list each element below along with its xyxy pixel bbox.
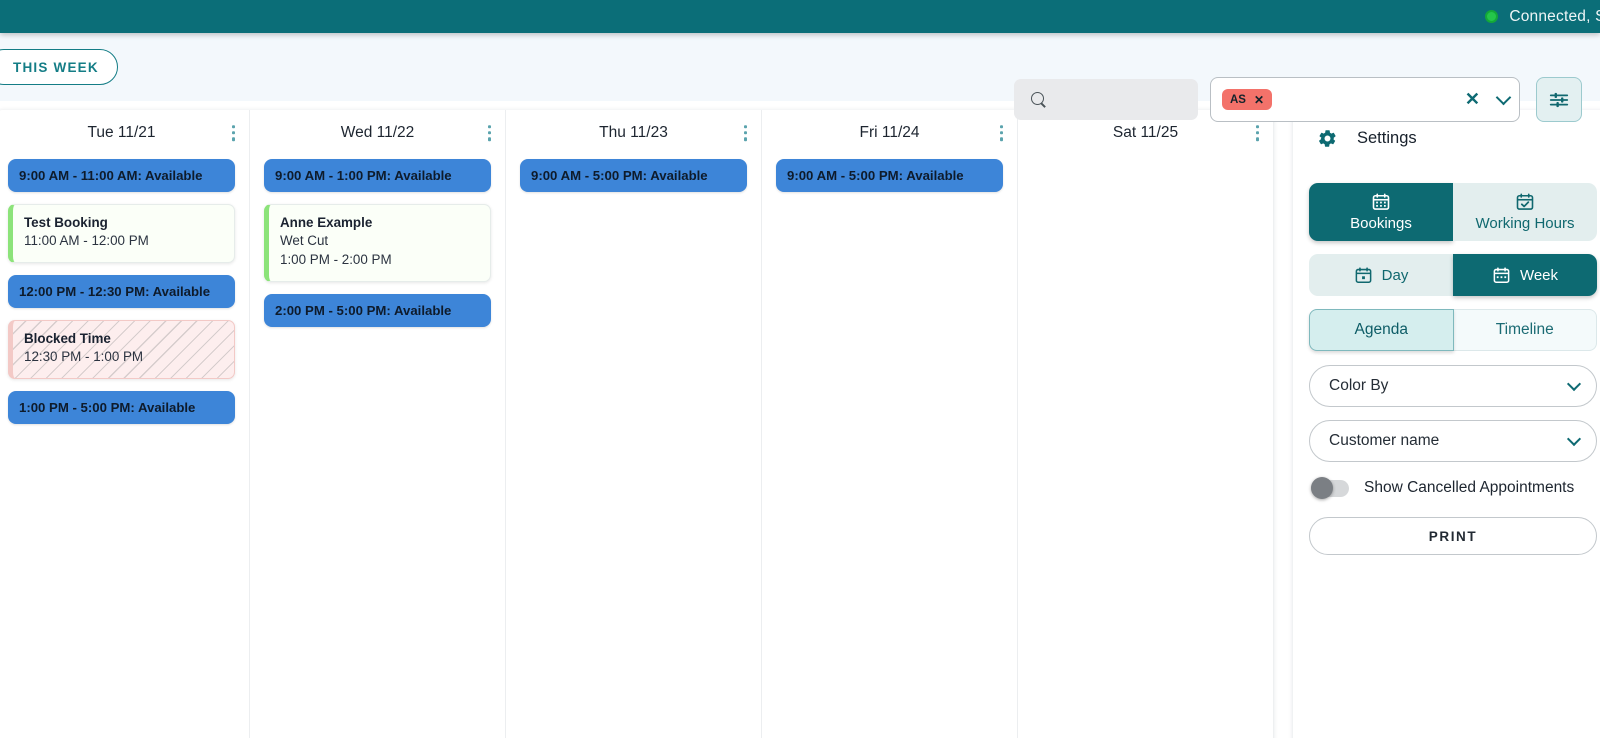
more-vertical-icon[interactable] [996, 121, 1007, 145]
tab-bookings[interactable]: Bookings [1309, 183, 1453, 241]
calendar-column-header: Tue 11/21 [8, 110, 235, 156]
color-by-select[interactable]: Color By [1309, 365, 1597, 407]
more-vertical-icon[interactable] [740, 121, 751, 145]
calendar-column: Tue 11/21 9:00 AM - 11:00 AM: Available Te… [0, 110, 250, 738]
calendar-column: Wed 11/22 9:00 AM - 1:00 PM: Available Ann… [250, 110, 506, 738]
range-tab-group: Day Week [1309, 254, 1597, 296]
group-by-label: Customer name [1329, 432, 1440, 449]
connection-status: Connected, Synced [1485, 8, 1600, 26]
booking-title: Blocked Time [24, 330, 111, 346]
show-cancelled-row[interactable]: Show Cancelled Appointments [1311, 477, 1597, 499]
calendar-event-list: 9:00 AM - 5:00 PM: Available [776, 156, 1003, 192]
more-vertical-icon[interactable] [1252, 121, 1263, 145]
tab-working-hours-label: Working Hours [1475, 215, 1575, 232]
toggle-knob [1311, 477, 1333, 499]
calendar-grid-icon [1372, 193, 1390, 210]
toolbar: THIS WEEK AS ✕ ✕ [0, 33, 1600, 122]
filter-chip-label: AS [1230, 93, 1246, 106]
booking-time: 12:30 PM - 1:00 PM [24, 348, 144, 364]
more-vertical-icon[interactable] [484, 121, 495, 145]
tab-day-label: Day [1381, 266, 1409, 284]
calendar-day-icon [1355, 266, 1372, 283]
this-week-button[interactable]: THIS WEEK [0, 49, 118, 85]
availability-slot[interactable]: 9:00 AM - 11:00 AM: Available [8, 159, 235, 192]
settings-panel: Settings Bookings Working Hours Day Week… [1293, 110, 1600, 738]
calendar-event-list [1032, 156, 1259, 159]
filter-chip-remove-icon[interactable]: ✕ [1254, 93, 1264, 107]
availability-slot[interactable]: 9:00 AM - 5:00 PM: Available [520, 159, 747, 192]
tab-timeline[interactable]: Timeline [1453, 309, 1597, 351]
availability-slot[interactable]: 12:00 PM - 12:30 PM: Available [8, 274, 235, 308]
calendar-column-title: Thu 11/23 [599, 124, 668, 141]
calendar-week-icon [1493, 266, 1510, 283]
calendar-event-list: 9:00 AM - 1:00 PM: Available Anne Example… [264, 156, 491, 327]
settings-title: Settings [1357, 129, 1417, 147]
color-by-label: Color By [1329, 377, 1389, 394]
booking-time: 1:00 PM - 2:00 PM [280, 251, 392, 267]
tab-week[interactable]: Week [1453, 254, 1597, 296]
status-dot-icon [1485, 10, 1499, 23]
availability-slot[interactable]: 2:00 PM - 5:00 PM: Available [264, 293, 491, 327]
calendar-event-list: 9:00 AM - 11:00 AM: Available Test Bookin… [8, 156, 235, 424]
blocked-time-card[interactable]: Blocked Time 12:30 PM - 1:00 PM [8, 319, 235, 379]
staff-filter-select[interactable]: AS ✕ ✕ [1210, 77, 1520, 122]
calendar-column-title: Fri 11/24 [859, 124, 920, 141]
calendar-column-title: Sat 11/25 [1112, 124, 1179, 141]
chevron-down-icon [1566, 431, 1582, 446]
calendar-column-title: Wed 11/22 [340, 124, 415, 141]
tab-agenda[interactable]: Agenda [1309, 309, 1454, 351]
tab-week-label: Week [1519, 266, 1559, 284]
chevron-down-icon [1566, 376, 1582, 391]
calendar-column-header: Fri 11/24 [776, 110, 1003, 156]
group-by-select[interactable]: Customer name [1309, 420, 1597, 462]
top-bar: Connected, Synced [0, 0, 1600, 33]
calendar-column: Fri 11/24 9:00 AM - 5:00 PM: Available [762, 110, 1018, 738]
tab-working-hours[interactable]: Working Hours [1453, 183, 1597, 241]
filter-chip-as[interactable]: AS ✕ [1222, 89, 1273, 110]
tune-filter-icon [1549, 92, 1569, 107]
gear-icon [1319, 130, 1336, 147]
calendar-event-list: 9:00 AM - 5:00 PM: Available [520, 156, 747, 192]
print-button[interactable]: PRINT [1309, 517, 1597, 555]
calendar-column-title: Tue 11/21 [87, 124, 156, 141]
availability-slot[interactable]: 9:00 AM - 5:00 PM: Available [776, 159, 1003, 192]
calendar-check-icon [1516, 193, 1534, 210]
mode-tab-group: Bookings Working Hours [1309, 183, 1597, 241]
search-input[interactable] [1014, 79, 1198, 120]
tab-day[interactable]: Day [1309, 254, 1453, 296]
booking-card[interactable]: Test Booking 11:00 AM - 12:00 PM [8, 204, 235, 263]
calendar-column-header: Wed 11/22 [264, 110, 491, 156]
booking-title: Test Booking [24, 215, 108, 230]
calendar-column: Sat 11/25 [1018, 110, 1273, 738]
booking-time: 11:00 AM - 12:00 PM [24, 233, 149, 249]
more-vertical-icon[interactable] [228, 121, 239, 145]
availability-slot[interactable]: 1:00 PM - 5:00 PM: Available [8, 390, 235, 424]
calendar-grid: Tue 11/21 9:00 AM - 11:00 AM: Available Te… [0, 110, 1273, 738]
clear-selection-icon[interactable]: ✕ [1465, 89, 1480, 110]
calendar-columns: Tue 11/21 9:00 AM - 11:00 AM: Available Te… [0, 110, 1273, 738]
booking-service: Wet Cut [280, 233, 329, 249]
settings-header: Settings [1309, 128, 1597, 149]
filter-settings-button[interactable] [1536, 77, 1582, 122]
chevron-down-icon[interactable] [1495, 89, 1512, 105]
connection-status-label: Connected, Synced [1509, 7, 1600, 25]
show-cancelled-label: Show Cancelled Appointments [1364, 479, 1575, 496]
calendar-app: Connected, Synced THIS WEEK AS ✕ ✕ [0, 0, 1600, 738]
view-tab-group: Agenda Timeline [1309, 309, 1597, 351]
search-icon [1031, 91, 1047, 108]
booking-title: Anne Example [280, 215, 373, 230]
show-cancelled-toggle[interactable] [1311, 477, 1349, 499]
availability-slot[interactable]: 9:00 AM - 1:00 PM: Available [264, 159, 491, 192]
booking-card[interactable]: Anne Example Wet Cut 1:00 PM - 2:00 PM [264, 204, 491, 282]
tab-bookings-label: Bookings [1350, 215, 1412, 232]
calendar-column: Thu 11/23 9:00 AM - 5:00 PM: Available [506, 110, 762, 738]
calendar-column-header: Thu 11/23 [520, 110, 747, 156]
